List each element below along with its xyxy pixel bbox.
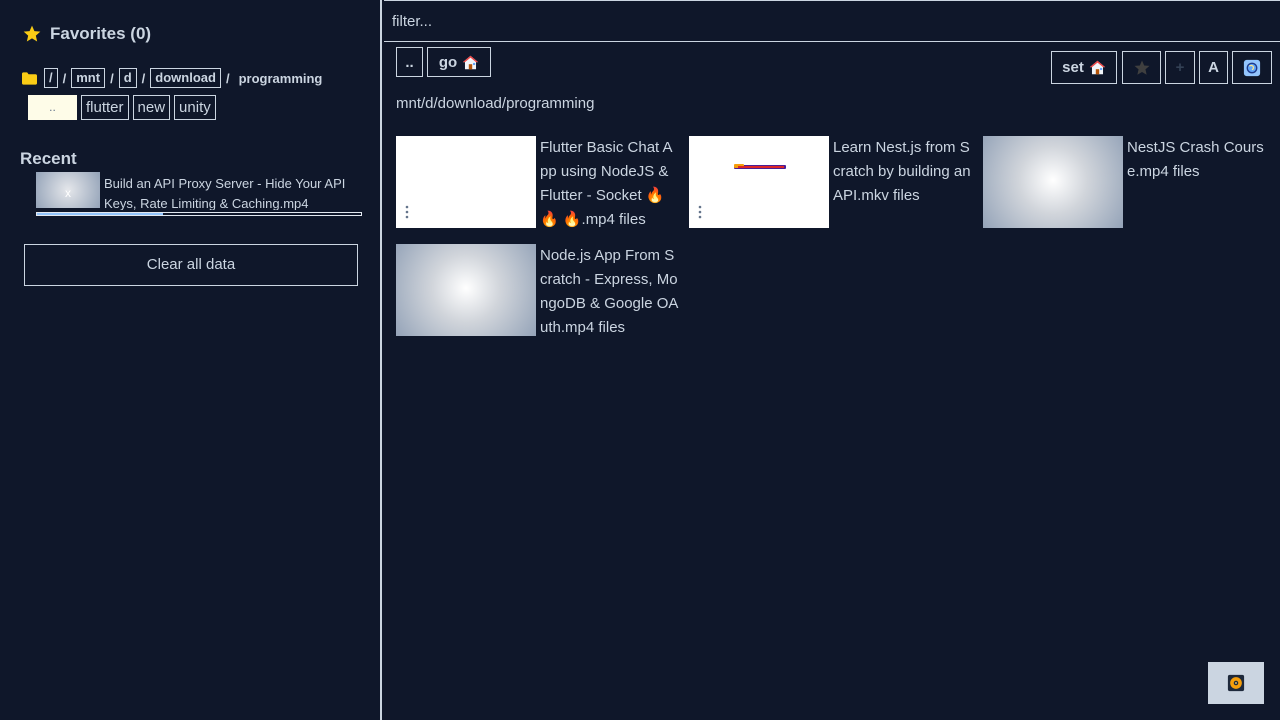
subdir-flutter[interactable]: flutter <box>81 95 129 120</box>
breadcrumb-root[interactable]: / <box>44 68 58 88</box>
file-thumbnail[interactable] <box>689 136 829 228</box>
sidebar: Favorites (0) / / mnt / d / download / p… <box>0 0 382 720</box>
breadcrumb-download[interactable]: download <box>150 68 221 88</box>
set-home-button[interactable]: set <box>1051 51 1117 84</box>
globe-icon <box>1243 59 1261 76</box>
main-panel: .. go set + A <box>384 0 1280 720</box>
breadcrumb-separator: / <box>225 70 230 86</box>
breadcrumb-separator: / <box>110 70 114 86</box>
current-path: mnt/d/download/programming <box>396 95 595 112</box>
file-title[interactable]: NestJS Crash Course.mp4 files <box>1127 136 1267 184</box>
parent-dir-label: .. <box>405 53 414 71</box>
set-label: set <box>1062 59 1084 76</box>
clear-all-data-button[interactable]: Clear all data <box>24 244 358 286</box>
house-icon <box>463 55 479 69</box>
file-thumbnail[interactable] <box>396 244 536 336</box>
file-title[interactable]: Node.js App From Scratch - Express, Mong… <box>540 244 680 340</box>
disc-button[interactable] <box>1208 662 1264 704</box>
star-icon <box>23 25 41 42</box>
folder-icon <box>22 71 37 85</box>
breadcrumb-separator: / <box>62 70 67 86</box>
recent-thumbnail[interactable]: x <box>36 172 100 208</box>
add-favorite-button[interactable] <box>1122 51 1161 84</box>
breadcrumb-separator: / <box>141 70 146 86</box>
go-home-button[interactable]: go <box>427 47 491 77</box>
breadcrumb-current: programming <box>238 70 323 86</box>
favorites-title: Favorites (0) <box>50 24 152 43</box>
file-thumbnail[interactable] <box>983 136 1123 228</box>
favorites-header: Favorites (0) <box>22 24 151 44</box>
plus-button[interactable]: + <box>1165 51 1195 84</box>
breadcrumb-d[interactable]: d <box>118 68 137 88</box>
file-card[interactable]: NestJS Crash Course.mp4 files <box>983 136 1266 228</box>
parent-dir-button[interactable]: .. <box>396 47 423 77</box>
recent-progress-bar <box>36 212 362 216</box>
file-title[interactable]: Flutter Basic Chat App using NodeJS & Fl… <box>540 136 680 232</box>
subdir-new[interactable]: new <box>132 95 171 120</box>
file-card[interactable]: Learn Nest.js from Scratch by building a… <box>689 136 972 228</box>
file-thumbnail[interactable] <box>396 136 536 228</box>
filter-input[interactable] <box>384 1 1280 41</box>
kebab-menu-icon[interactable] <box>405 205 409 219</box>
thumbnail-bar-icon <box>734 164 786 169</box>
recent-progress-fill <box>37 213 164 215</box>
breadcrumb: / / mnt / d / download / programming <box>22 68 322 88</box>
filter-bar <box>384 0 1280 42</box>
font-toggle-button[interactable]: A <box>1199 51 1228 84</box>
recent-title: Recent <box>20 149 77 168</box>
kebab-menu-icon[interactable] <box>698 205 702 219</box>
subdir-parent[interactable]: .. <box>28 95 77 120</box>
go-label: go <box>438 53 458 71</box>
subdirectory-list: .. flutter new unity <box>28 95 216 120</box>
recent-item-title[interactable]: Build an API Proxy Server - Hide Your AP… <box>104 174 362 210</box>
breadcrumb-mnt[interactable]: mnt <box>71 68 106 88</box>
star-icon <box>1134 60 1149 75</box>
file-card[interactable]: Node.js App From Scratch - Express, Mong… <box>396 244 679 336</box>
recent-item[interactable]: x Build an API Proxy Server - Hide Your … <box>36 172 362 216</box>
font-label: A <box>1208 59 1219 76</box>
plus-label: + <box>1175 59 1185 76</box>
disc-icon <box>1227 674 1245 692</box>
theme-button[interactable] <box>1232 51 1272 84</box>
house-icon <box>1089 60 1105 75</box>
file-title[interactable]: Learn Nest.js from Scratch by building a… <box>833 136 973 208</box>
file-card[interactable]: Flutter Basic Chat App using NodeJS & Fl… <box>396 136 679 228</box>
subdir-unity[interactable]: unity <box>174 95 216 120</box>
